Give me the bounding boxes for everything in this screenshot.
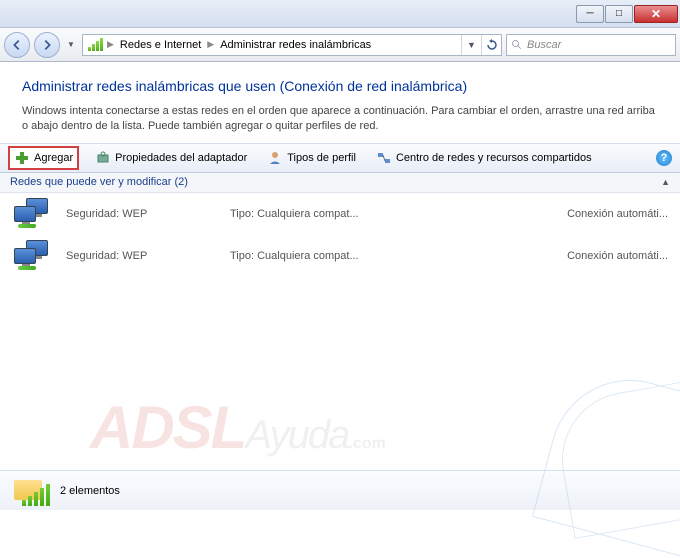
address-bar[interactable]: ▶ Redes e Internet ▶ Administrar redes i… (82, 34, 502, 56)
forward-button[interactable] (34, 32, 60, 58)
maximize-button[interactable]: □ (605, 5, 633, 23)
user-icon (267, 150, 283, 166)
network-list: ADSLAyuda.com Seguridad: WEP Tipo: Cualq… (0, 193, 680, 453)
page-title: Administrar redes inalámbricas que usen … (22, 78, 658, 94)
titlebar: ─ □ ✕ (0, 0, 680, 28)
breadcrumb-parent[interactable]: Redes e Internet (116, 39, 205, 51)
security-value: WEP (122, 208, 147, 220)
type-value: Cualquiera compat... (257, 208, 359, 220)
security-value: WEP (122, 250, 147, 262)
folder-signal-icon (12, 476, 48, 506)
adapter-label: Propiedades del adaptador (115, 152, 247, 164)
network-computers-icon (12, 238, 52, 274)
network-icon (376, 150, 392, 166)
collapse-icon[interactable]: ▲ (661, 177, 670, 187)
status-count: 2 elementos (60, 485, 120, 497)
group-label: Redes que puede ver y modificar (2) (10, 176, 188, 188)
add-label: Agregar (34, 152, 73, 164)
close-button[interactable]: ✕ (634, 5, 678, 23)
group-header[interactable]: Redes que puede ver y modificar (2) ▲ (0, 173, 680, 193)
profile-types-button[interactable]: Tipos de perfil (263, 148, 360, 168)
network-computers-icon (12, 196, 52, 232)
center-label: Centro de redes y recursos compartidos (396, 152, 592, 164)
page-header: Administrar redes inalámbricas que usen … (0, 62, 680, 143)
signal-icon (85, 35, 105, 55)
back-button[interactable] (4, 32, 30, 58)
adapter-properties-button[interactable]: Propiedades del adaptador (91, 148, 251, 168)
add-button[interactable]: Agregar (8, 146, 79, 170)
help-button[interactable]: ? (656, 150, 672, 166)
profile-label: Tipos de perfil (287, 152, 356, 164)
refresh-button[interactable] (481, 35, 501, 55)
connection-value: Conexión automáti... (444, 250, 668, 262)
page-description: Windows intenta conectarse a estas redes… (22, 104, 658, 135)
breadcrumb-current[interactable]: Administrar redes inalámbricas (216, 39, 375, 51)
list-item[interactable]: Seguridad: WEP Tipo: Cualquiera compat..… (0, 235, 680, 277)
list-item[interactable]: Seguridad: WEP Tipo: Cualquiera compat..… (0, 193, 680, 235)
search-placeholder: Buscar (527, 39, 561, 51)
chevron-right-icon: ▶ (205, 39, 216, 50)
minimize-button[interactable]: ─ (576, 5, 604, 23)
address-dropdown[interactable]: ▼ (461, 35, 481, 55)
status-bar: 2 elementos (0, 470, 680, 510)
navbar: ▼ ▶ Redes e Internet ▶ Administrar redes… (0, 28, 680, 62)
type-value: Cualquiera compat... (257, 250, 359, 262)
adapter-icon (95, 150, 111, 166)
plus-icon (14, 150, 30, 166)
nav-history-dropdown[interactable]: ▼ (64, 35, 78, 55)
search-icon (511, 39, 523, 51)
chevron-right-icon: ▶ (105, 39, 116, 50)
connection-value: Conexión automáti... (444, 208, 668, 220)
search-input[interactable]: Buscar (506, 34, 676, 56)
network-center-button[interactable]: Centro de redes y recursos compartidos (372, 148, 596, 168)
watermark: ADSLAyuda.com (90, 393, 386, 462)
toolbar: Agregar Propiedades del adaptador Tipos … (0, 143, 680, 173)
